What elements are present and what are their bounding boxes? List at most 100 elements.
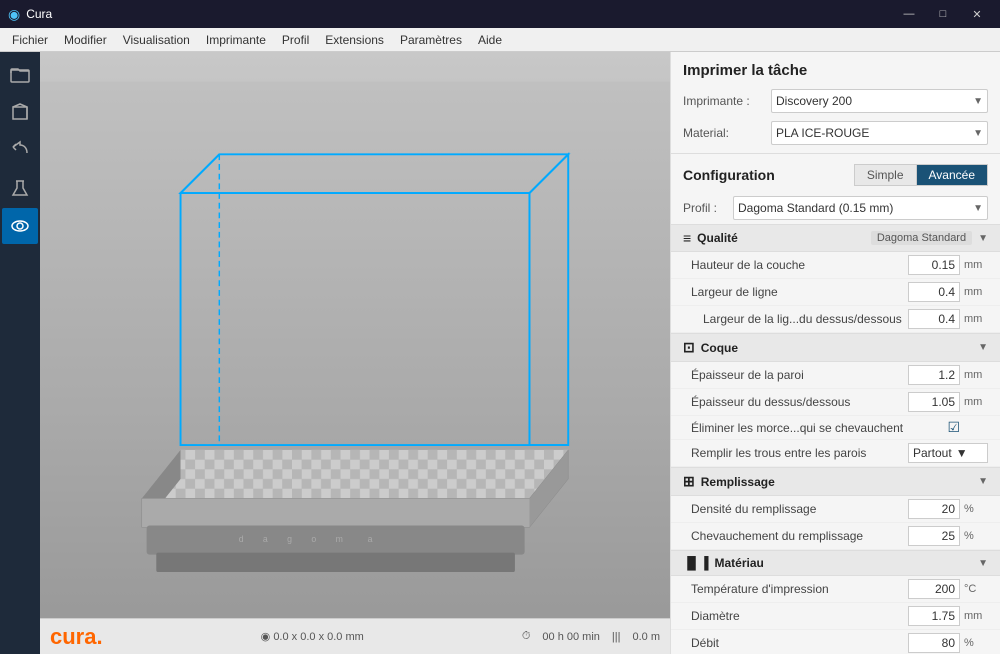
material-value: PLA ICE-ROUGE bbox=[776, 126, 869, 140]
material-label: Material: bbox=[683, 126, 763, 140]
setting-densite: Densité du remplissage % bbox=[671, 496, 1000, 523]
remplir-dropdown[interactable]: Partout ▼ bbox=[908, 443, 988, 463]
brand-text: cura bbox=[50, 624, 96, 649]
tab-simple[interactable]: Simple bbox=[854, 164, 916, 186]
setting-largeur-dessus: Largeur de la lig...du dessus/dessous mm bbox=[671, 306, 1000, 333]
eliminer-checkbox[interactable]: ☑ bbox=[947, 419, 960, 436]
view-toggle-button[interactable] bbox=[2, 208, 38, 244]
qualite-arrow: ▼ bbox=[978, 233, 988, 244]
section-coque[interactable]: ⊡ Coque ▼ bbox=[671, 333, 1000, 362]
close-button[interactable]: ✕ bbox=[962, 4, 992, 24]
qualite-icon: ≡ bbox=[683, 230, 691, 246]
svg-text:g: g bbox=[287, 534, 292, 544]
print-info: ⏱ 00 h 00 min ||| 0.0 m bbox=[522, 630, 660, 643]
setting-temperature: Température d'impression °C bbox=[671, 576, 1000, 603]
printer-label: Imprimante : bbox=[683, 94, 763, 108]
maximize-button[interactable]: □ bbox=[928, 4, 958, 24]
setting-hauteur-couche: Hauteur de la couche mm bbox=[671, 252, 1000, 279]
box-tool-button[interactable] bbox=[2, 94, 38, 130]
section-qualite[interactable]: ≡ Qualité Dagoma Standard ▼ bbox=[671, 224, 1000, 252]
largeur-ligne-input[interactable] bbox=[908, 282, 960, 302]
coque-icon: ⊡ bbox=[683, 339, 695, 356]
svg-text:m: m bbox=[336, 534, 343, 544]
bottom-status-bar: cura. ◉ 0.0 x 0.0 x 0.0 mm ⏱ 00 h 00 min… bbox=[40, 618, 670, 654]
brand-logo: cura. bbox=[50, 624, 103, 650]
debit-input[interactable] bbox=[908, 633, 960, 653]
config-title: Configuration bbox=[683, 167, 775, 183]
hauteur-couche-input[interactable] bbox=[908, 255, 960, 275]
diametre-input[interactable] bbox=[908, 606, 960, 626]
print-task-header: Imprimer la tâche bbox=[671, 52, 1000, 85]
menu-parametres[interactable]: Paramètres bbox=[392, 31, 470, 49]
material-row: Material: PLA ICE-ROUGE ▼ bbox=[671, 117, 1000, 149]
coordinates-display: ◉ 0.0 x 0.0 x 0.0 mm bbox=[261, 630, 364, 643]
remplir-value: Partout bbox=[913, 446, 952, 460]
temperature-input[interactable] bbox=[908, 579, 960, 599]
printer-row: Imprimante : Discovery 200 ▼ bbox=[671, 85, 1000, 117]
remplissage-arrow: ▼ bbox=[978, 476, 988, 487]
densite-input[interactable] bbox=[908, 499, 960, 519]
printer-value: Discovery 200 bbox=[776, 94, 852, 108]
app-title: Cura bbox=[26, 7, 894, 21]
printer-select[interactable]: Discovery 200 ▼ bbox=[771, 89, 988, 113]
remplir-arrow: ▼ bbox=[956, 446, 968, 460]
profil-select[interactable]: Dagoma Standard (0.15 mm) ▼ bbox=[733, 196, 988, 220]
setting-debit: Débit % bbox=[671, 630, 1000, 654]
open-folder-button[interactable] bbox=[2, 56, 38, 92]
profil-dropdown-arrow: ▼ bbox=[973, 203, 983, 214]
viewport-svg: d a g o m a bbox=[40, 52, 670, 654]
menu-fichier[interactable]: Fichier bbox=[4, 31, 56, 49]
svg-text:o: o bbox=[311, 534, 316, 544]
material-dropdown-arrow: ▼ bbox=[973, 128, 983, 139]
menu-aide[interactable]: Aide bbox=[470, 31, 510, 49]
setting-chevauchement: Chevauchement du remplissage % bbox=[671, 523, 1000, 550]
time-icon: ⏱ bbox=[522, 630, 531, 643]
profil-label: Profil : bbox=[683, 201, 725, 215]
3d-viewport[interactable]: d a g o m a cura. bbox=[40, 52, 670, 654]
printer-dropdown-arrow: ▼ bbox=[973, 96, 983, 107]
setting-diametre: Diamètre mm bbox=[671, 603, 1000, 630]
print-time: 00 h 00 min bbox=[542, 631, 599, 643]
epaisseur-paroi-input[interactable] bbox=[908, 365, 960, 385]
coord-values: 0.0 x 0.0 x 0.0 mm bbox=[273, 631, 363, 643]
menu-profil[interactable]: Profil bbox=[274, 31, 317, 49]
coord-icon: ◉ bbox=[261, 631, 271, 643]
coque-label: Coque bbox=[701, 341, 738, 355]
setting-largeur-ligne: Largeur de ligne mm bbox=[671, 279, 1000, 306]
brand-dot: . bbox=[96, 624, 102, 649]
main-layout: d a g o m a cura. bbox=[0, 52, 1000, 654]
profil-value: Dagoma Standard (0.15 mm) bbox=[738, 201, 893, 215]
undo-tool-button[interactable] bbox=[2, 132, 38, 168]
menu-extensions[interactable]: Extensions bbox=[317, 31, 392, 49]
setting-remplir-trous: Remplir les trous entre les parois Parto… bbox=[671, 440, 1000, 467]
epaisseur-dessus-input[interactable] bbox=[908, 392, 960, 412]
config-tabs: Simple Avancée bbox=[854, 164, 988, 186]
minimize-button[interactable]: — bbox=[894, 4, 924, 24]
menu-imprimante[interactable]: Imprimante bbox=[198, 31, 274, 49]
menubar: Fichier Modifier Visualisation Imprimant… bbox=[0, 28, 1000, 52]
section-remplissage[interactable]: ⊞ Remplissage ▼ bbox=[671, 467, 1000, 496]
setting-eliminer-morceaux: Éliminer les morce...qui se chevauchent … bbox=[671, 416, 1000, 440]
svg-text:a: a bbox=[368, 534, 373, 544]
titlebar: ◉ Cura — □ ✕ bbox=[0, 0, 1000, 28]
flask-tool-button[interactable] bbox=[2, 170, 38, 206]
menu-modifier[interactable]: Modifier bbox=[56, 31, 115, 49]
dagoma-badge: Dagoma Standard bbox=[871, 231, 972, 245]
materiau-label: Matériau bbox=[715, 556, 764, 570]
chevauchement-input[interactable] bbox=[908, 526, 960, 546]
window-controls: — □ ✕ bbox=[894, 4, 992, 24]
print-length: 0.0 m bbox=[632, 631, 660, 643]
material-select[interactable]: PLA ICE-ROUGE ▼ bbox=[771, 121, 988, 145]
length-icon: ||| bbox=[612, 631, 621, 643]
materiau-arrow: ▼ bbox=[978, 558, 988, 569]
app-icon: ◉ bbox=[8, 6, 20, 23]
qualite-label: Qualité bbox=[697, 231, 738, 245]
menu-visualisation[interactable]: Visualisation bbox=[115, 31, 198, 49]
setting-epaisseur-paroi: Épaisseur de la paroi mm bbox=[671, 362, 1000, 389]
right-settings-panel: Imprimer la tâche Imprimante : Discovery… bbox=[670, 52, 1000, 654]
remplissage-label: Remplissage bbox=[701, 475, 775, 489]
tab-avance[interactable]: Avancée bbox=[916, 164, 988, 186]
setting-epaisseur-dessus: Épaisseur du dessus/dessous mm bbox=[671, 389, 1000, 416]
largeur-dessus-input[interactable] bbox=[908, 309, 960, 329]
section-materiau[interactable]: ▐▌▐ Matériau ▼ bbox=[671, 550, 1000, 576]
